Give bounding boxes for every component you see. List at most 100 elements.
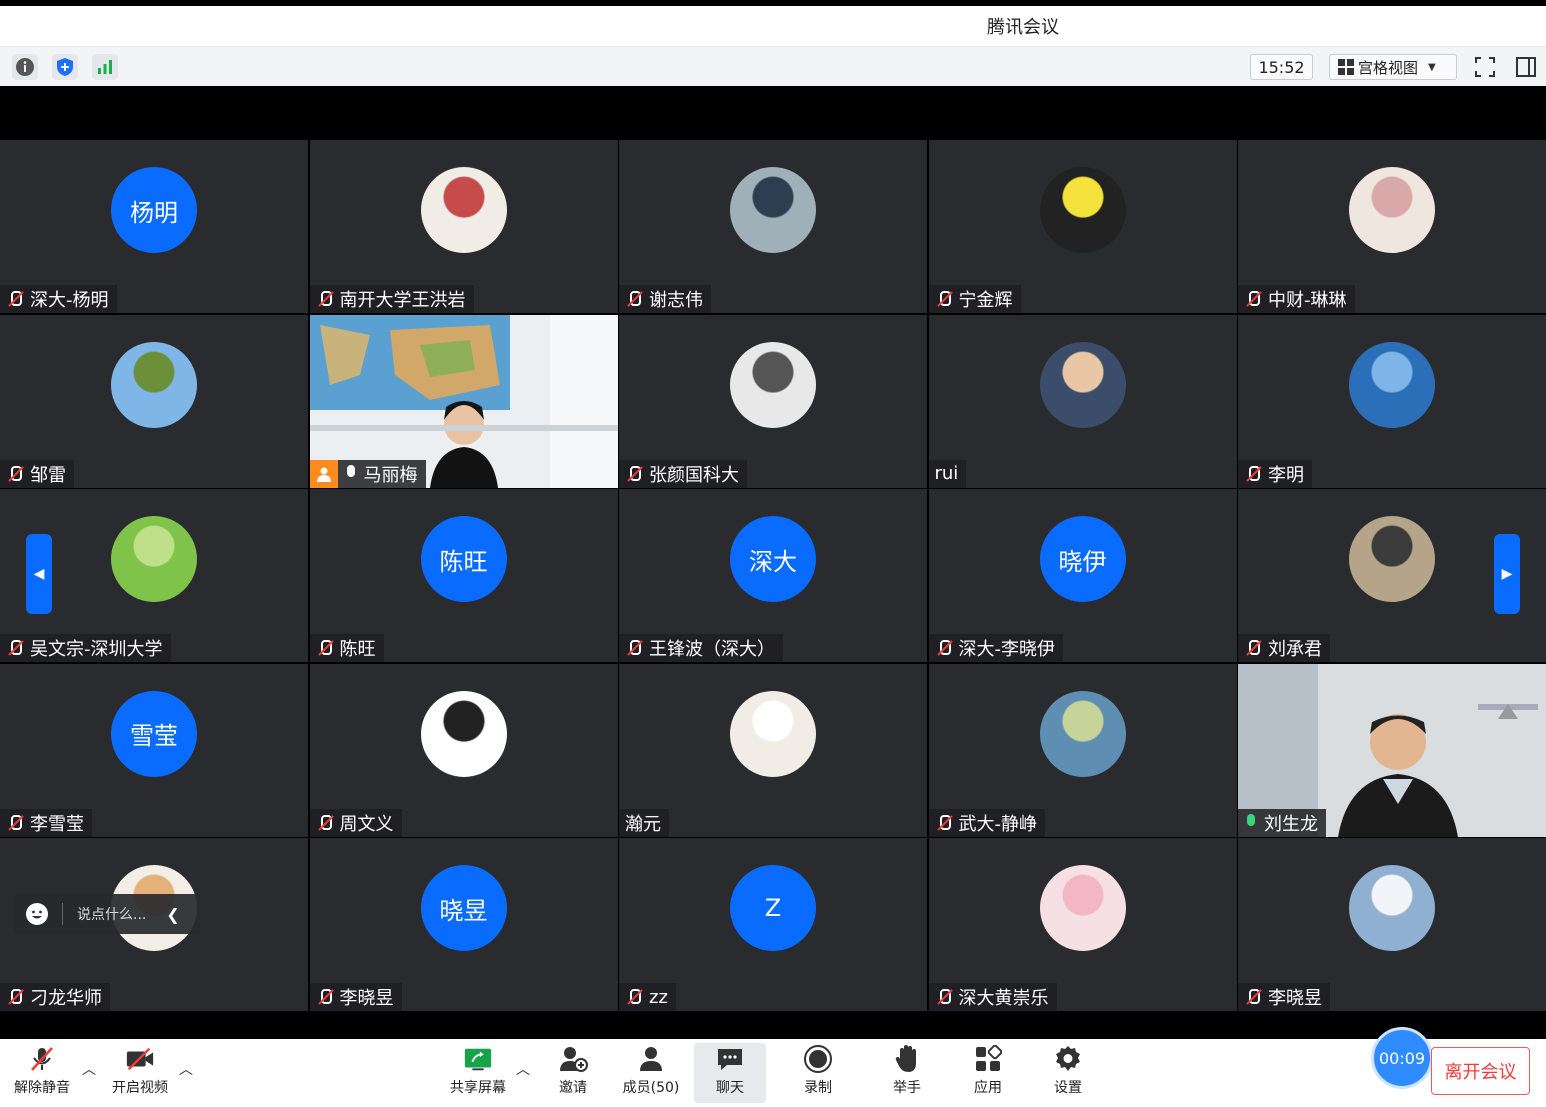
- participant-name: 李明: [1268, 464, 1304, 486]
- mic-muted-icon: [1244, 290, 1262, 308]
- participant-name: 吴文宗-深圳大学: [30, 639, 163, 660]
- info-icon[interactable]: [12, 54, 38, 80]
- prev-page-button[interactable]: ◀: [26, 534, 52, 614]
- participant-tile[interactable]: 刘生龙: [1238, 663, 1546, 837]
- raise-hand-button[interactable]: 举手: [871, 1043, 943, 1103]
- participant-tile[interactable]: 瀚元: [619, 663, 927, 837]
- participant-name: 武大-静峥: [958, 813, 1038, 835]
- participant-tile[interactable]: 谢志伟: [619, 140, 927, 313]
- view-selector[interactable]: 宫格视图 ▼: [1329, 54, 1457, 80]
- members-icon: [636, 1045, 666, 1073]
- participant-tile[interactable]: 李晓昱: [1238, 838, 1546, 1011]
- participant-tile[interactable]: 陈旺 陈旺: [309, 489, 618, 662]
- avatar-photo: [730, 341, 816, 428]
- participant-tile[interactable]: 深大 王锋波（深大）: [619, 489, 927, 662]
- security-shield-icon[interactable]: [52, 54, 78, 80]
- record-icon: [803, 1045, 833, 1073]
- mic-muted-icon: [316, 814, 334, 832]
- next-page-button[interactable]: ▶: [1494, 534, 1520, 614]
- emoji-icon[interactable]: [26, 903, 48, 925]
- share-screen-label: 共享屏幕: [450, 1080, 506, 1096]
- participant-tile[interactable]: 雪莹李雪莹: [0, 663, 308, 837]
- participant-name: 邹雷: [30, 464, 66, 486]
- participant-tile[interactable]: Zzz: [619, 838, 927, 1011]
- participant-nameplate: 刘生龙: [1238, 808, 1326, 837]
- participant-nameplate: 武大-静峥: [928, 808, 1045, 837]
- avatar-photo: [420, 167, 507, 253]
- invite-user-icon: [558, 1045, 588, 1073]
- share-screen-button[interactable]: 共享屏幕: [442, 1043, 514, 1103]
- signal-icon[interactable]: [92, 54, 118, 80]
- avatar-photo: [111, 341, 197, 428]
- host-icon: [309, 459, 338, 488]
- chat-button[interactable]: 聊天: [694, 1043, 766, 1103]
- sidebar-toggle-icon[interactable]: [1513, 54, 1539, 80]
- participant-tile[interactable]: 武大-静峥: [928, 663, 1237, 837]
- avatar-photo: [1349, 341, 1435, 428]
- apps-button[interactable]: 应用: [952, 1043, 1024, 1103]
- avatar-photo: [111, 516, 197, 602]
- participant-tile[interactable]: 张颜国科大: [619, 314, 927, 488]
- participant-name: 马丽梅: [363, 464, 418, 486]
- chevron-up-icon[interactable]: ︿: [82, 1059, 96, 1079]
- avatar: 晓伊: [1039, 516, 1126, 602]
- invite-button[interactable]: 邀请: [537, 1043, 609, 1103]
- start-video-button[interactable]: 开启视频: [104, 1043, 176, 1103]
- participant-tile[interactable]: 杨明 深大-杨明: [0, 140, 308, 313]
- participant-name: 李晓昱: [339, 988, 394, 1009]
- participant-tile[interactable]: 马丽梅: [309, 314, 618, 488]
- participant-name: 中财-琳琳: [1268, 290, 1347, 311]
- avatar-photo: [1039, 690, 1126, 777]
- meeting-clock: 15:52: [1250, 54, 1313, 80]
- participant-nameplate: 马丽梅: [309, 459, 426, 488]
- meeting-timer[interactable]: 00:09: [1371, 1027, 1433, 1089]
- title-bar: 腾讯会议: [0, 6, 1546, 46]
- participant-tile[interactable]: 宁金辉: [928, 140, 1237, 313]
- chevron-up-icon[interactable]: ︿: [179, 1059, 193, 1079]
- avatar-photo: [1039, 865, 1126, 951]
- record-button[interactable]: 录制: [782, 1043, 854, 1103]
- chevron-down-icon: ▼: [1428, 61, 1436, 73]
- participant-tile[interactable]: rui: [928, 314, 1237, 488]
- participant-tile[interactable]: 中财-琳琳: [1238, 140, 1546, 313]
- participant-tile[interactable]: 晓昱 李晓昱: [309, 838, 618, 1011]
- settings-button[interactable]: 设置: [1032, 1043, 1104, 1103]
- avatar-photo: [730, 167, 816, 253]
- gear-icon: [1053, 1045, 1083, 1073]
- chat-quick-input[interactable]: 说点什么... ❮: [14, 894, 200, 934]
- mic-muted-icon: [935, 639, 953, 657]
- participant-tile[interactable]: 邹雷: [0, 314, 308, 488]
- participant-grid: 杨明 深大-杨明 南开大学王洪岩谢志伟 宁金辉中财-琳琳邹雷 马丽梅 张颜国科大 rui 李明…: [0, 140, 1546, 1011]
- participant-tile[interactable]: 深大黄崇乐: [928, 838, 1237, 1011]
- participant-name: 陈旺: [339, 639, 376, 660]
- participant-tile[interactable]: 南开大学王洪岩: [309, 140, 618, 313]
- avatar: 雪莹: [111, 690, 197, 777]
- participant-nameplate: 刁龙华师: [0, 983, 110, 1011]
- raise-hand-label: 举手: [893, 1080, 921, 1096]
- participant-name: 张颜国科大: [649, 464, 739, 486]
- leave-meeting-button[interactable]: 离开会议: [1431, 1047, 1530, 1095]
- mic-icon: [1244, 813, 1258, 832]
- participant-tile[interactable]: 周文义: [309, 663, 618, 837]
- participant-tile[interactable]: 晓伊 深大-李晓伊: [928, 489, 1237, 662]
- participant-nameplate: 邹雷: [0, 459, 74, 488]
- participant-tile[interactable]: 李明: [1238, 314, 1546, 488]
- participant-name: 李雪莹: [30, 813, 84, 835]
- participant-nameplate: zz: [619, 983, 676, 1011]
- avatar-photo: [1349, 516, 1435, 602]
- app-title: 腾讯会议: [987, 17, 1059, 38]
- mic-muted-icon: [625, 639, 643, 657]
- participant-nameplate: 中财-琳琳: [1238, 285, 1355, 313]
- mic-muted-icon: [935, 814, 953, 832]
- members-button[interactable]: 成员(50): [615, 1043, 687, 1103]
- participant-name: 谢志伟: [649, 290, 703, 311]
- unmute-button[interactable]: 解除静音: [6, 1043, 78, 1103]
- chevron-up-icon[interactable]: ︿: [516, 1059, 530, 1079]
- fullscreen-icon[interactable]: [1472, 54, 1498, 80]
- apps-label: 应用: [974, 1080, 1002, 1096]
- avatar: 深大: [730, 516, 816, 602]
- mic-muted-icon: [6, 639, 24, 657]
- avatar-photo: [420, 690, 507, 777]
- chevron-left-icon[interactable]: ❮: [166, 905, 179, 924]
- mic-muted-icon: [6, 814, 24, 832]
